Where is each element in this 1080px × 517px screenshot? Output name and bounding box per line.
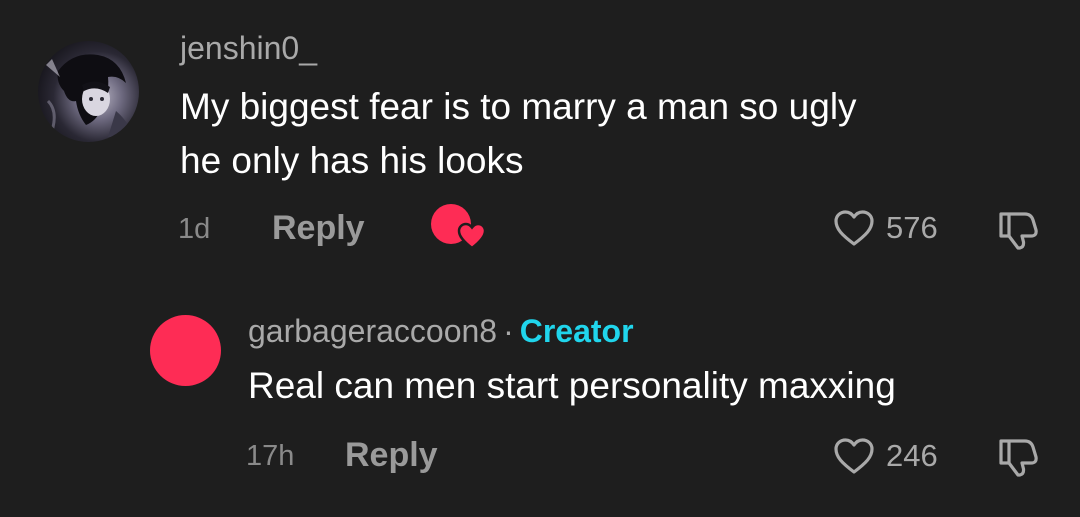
avatar[interactable] — [38, 41, 139, 142]
like-count: 576 — [886, 210, 938, 245]
dislike-button[interactable] — [995, 206, 1041, 257]
avatar[interactable] — [150, 315, 221, 386]
comment-text: My biggest fear is to marry a man so ugl… — [180, 86, 857, 127]
like-button[interactable]: 246 — [832, 436, 938, 476]
comment-timestamp: 17h — [246, 440, 295, 472]
comment-username-row: garbageraccoon8 · Creator — [248, 313, 634, 350]
reply-button[interactable]: Reply — [272, 209, 365, 248]
creator-liked-badge — [431, 204, 487, 252]
reply-button[interactable]: Reply — [345, 436, 438, 475]
comment-timestamp: 1d — [178, 213, 211, 245]
heart-outline-icon — [834, 438, 874, 474]
creator-liked-heart-icon — [457, 222, 487, 250]
comment-text: Real can men start personality maxxing — [248, 365, 896, 406]
dislike-button[interactable] — [995, 433, 1041, 484]
like-button[interactable]: 576 — [832, 208, 938, 248]
thumbs-down-outline-icon — [999, 439, 1038, 477]
comment-username[interactable]: jenshin0_ — [180, 30, 317, 67]
creator-badge: Creator — [519, 313, 634, 349]
heart-outline-icon — [834, 210, 874, 246]
comment-username[interactable]: garbageraccoon8 — [248, 313, 497, 349]
thumbs-down-outline-icon — [999, 212, 1038, 250]
separator-dot: · — [503, 313, 514, 349]
like-count: 246 — [886, 438, 938, 473]
comment-text-line-2: he only has his looks — [180, 140, 524, 181]
